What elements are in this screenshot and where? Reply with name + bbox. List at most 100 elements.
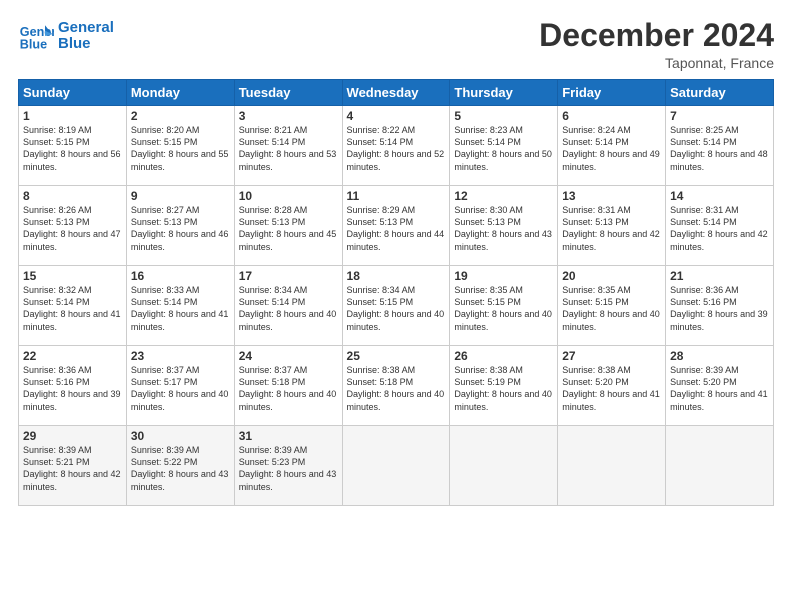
day-number: 3 bbox=[239, 109, 338, 123]
header-row: SundayMondayTuesdayWednesdayThursdayFrid… bbox=[19, 80, 774, 106]
day-number: 1 bbox=[23, 109, 122, 123]
col-header-thursday: Thursday bbox=[450, 80, 558, 106]
day-details: Sunrise: 8:31 AM Sunset: 5:13 PM Dayligh… bbox=[562, 204, 661, 253]
day-details: Sunrise: 8:39 AM Sunset: 5:22 PM Dayligh… bbox=[131, 444, 230, 493]
day-number: 16 bbox=[131, 269, 230, 283]
day-details: Sunrise: 8:22 AM Sunset: 5:14 PM Dayligh… bbox=[347, 124, 446, 173]
logo-line2: Blue bbox=[58, 36, 114, 53]
day-number: 22 bbox=[23, 349, 122, 363]
col-header-saturday: Saturday bbox=[666, 80, 774, 106]
day-number: 20 bbox=[562, 269, 661, 283]
day-cell: 19Sunrise: 8:35 AM Sunset: 5:15 PM Dayli… bbox=[450, 266, 558, 346]
day-number: 24 bbox=[239, 349, 338, 363]
logo-icon: General Blue bbox=[18, 18, 54, 54]
day-details: Sunrise: 8:36 AM Sunset: 5:16 PM Dayligh… bbox=[23, 364, 122, 413]
day-details: Sunrise: 8:20 AM Sunset: 5:15 PM Dayligh… bbox=[131, 124, 230, 173]
day-details: Sunrise: 8:37 AM Sunset: 5:17 PM Dayligh… bbox=[131, 364, 230, 413]
day-details: Sunrise: 8:39 AM Sunset: 5:20 PM Dayligh… bbox=[670, 364, 769, 413]
day-details: Sunrise: 8:29 AM Sunset: 5:13 PM Dayligh… bbox=[347, 204, 446, 253]
day-details: Sunrise: 8:27 AM Sunset: 5:13 PM Dayligh… bbox=[131, 204, 230, 253]
day-cell: 24Sunrise: 8:37 AM Sunset: 5:18 PM Dayli… bbox=[234, 346, 342, 426]
day-number: 15 bbox=[23, 269, 122, 283]
col-header-friday: Friday bbox=[558, 80, 666, 106]
col-header-wednesday: Wednesday bbox=[342, 80, 450, 106]
day-cell: 12Sunrise: 8:30 AM Sunset: 5:13 PM Dayli… bbox=[450, 186, 558, 266]
day-details: Sunrise: 8:25 AM Sunset: 5:14 PM Dayligh… bbox=[670, 124, 769, 173]
day-details: Sunrise: 8:24 AM Sunset: 5:14 PM Dayligh… bbox=[562, 124, 661, 173]
day-number: 30 bbox=[131, 429, 230, 443]
logo: General Blue General Blue bbox=[18, 18, 114, 54]
day-cell: 17Sunrise: 8:34 AM Sunset: 5:14 PM Dayli… bbox=[234, 266, 342, 346]
day-cell: 8Sunrise: 8:26 AM Sunset: 5:13 PM Daylig… bbox=[19, 186, 127, 266]
day-details: Sunrise: 8:30 AM Sunset: 5:13 PM Dayligh… bbox=[454, 204, 553, 253]
day-cell: 21Sunrise: 8:36 AM Sunset: 5:16 PM Dayli… bbox=[666, 266, 774, 346]
day-number: 9 bbox=[131, 189, 230, 203]
col-header-sunday: Sunday bbox=[19, 80, 127, 106]
day-number: 23 bbox=[131, 349, 230, 363]
day-number: 26 bbox=[454, 349, 553, 363]
title-block: December 2024 Taponnat, France bbox=[539, 18, 774, 71]
day-details: Sunrise: 8:38 AM Sunset: 5:19 PM Dayligh… bbox=[454, 364, 553, 413]
day-cell bbox=[666, 426, 774, 506]
location: Taponnat, France bbox=[539, 55, 774, 71]
week-row-4: 22Sunrise: 8:36 AM Sunset: 5:16 PM Dayli… bbox=[19, 346, 774, 426]
day-details: Sunrise: 8:38 AM Sunset: 5:18 PM Dayligh… bbox=[347, 364, 446, 413]
day-number: 25 bbox=[347, 349, 446, 363]
day-number: 12 bbox=[454, 189, 553, 203]
week-row-2: 8Sunrise: 8:26 AM Sunset: 5:13 PM Daylig… bbox=[19, 186, 774, 266]
day-number: 7 bbox=[670, 109, 769, 123]
day-number: 17 bbox=[239, 269, 338, 283]
svg-text:Blue: Blue bbox=[20, 38, 47, 52]
day-cell: 22Sunrise: 8:36 AM Sunset: 5:16 PM Dayli… bbox=[19, 346, 127, 426]
day-cell: 11Sunrise: 8:29 AM Sunset: 5:13 PM Dayli… bbox=[342, 186, 450, 266]
day-details: Sunrise: 8:35 AM Sunset: 5:15 PM Dayligh… bbox=[562, 284, 661, 333]
day-details: Sunrise: 8:28 AM Sunset: 5:13 PM Dayligh… bbox=[239, 204, 338, 253]
day-cell: 15Sunrise: 8:32 AM Sunset: 5:14 PM Dayli… bbox=[19, 266, 127, 346]
col-header-monday: Monday bbox=[126, 80, 234, 106]
day-number: 10 bbox=[239, 189, 338, 203]
day-details: Sunrise: 8:35 AM Sunset: 5:15 PM Dayligh… bbox=[454, 284, 553, 333]
day-details: Sunrise: 8:39 AM Sunset: 5:21 PM Dayligh… bbox=[23, 444, 122, 493]
week-row-1: 1Sunrise: 8:19 AM Sunset: 5:15 PM Daylig… bbox=[19, 106, 774, 186]
day-cell: 25Sunrise: 8:38 AM Sunset: 5:18 PM Dayli… bbox=[342, 346, 450, 426]
day-cell: 5Sunrise: 8:23 AM Sunset: 5:14 PM Daylig… bbox=[450, 106, 558, 186]
day-number: 31 bbox=[239, 429, 338, 443]
day-cell bbox=[558, 426, 666, 506]
day-cell: 4Sunrise: 8:22 AM Sunset: 5:14 PM Daylig… bbox=[342, 106, 450, 186]
day-number: 21 bbox=[670, 269, 769, 283]
day-cell: 3Sunrise: 8:21 AM Sunset: 5:14 PM Daylig… bbox=[234, 106, 342, 186]
day-number: 14 bbox=[670, 189, 769, 203]
day-number: 13 bbox=[562, 189, 661, 203]
day-number: 6 bbox=[562, 109, 661, 123]
day-details: Sunrise: 8:34 AM Sunset: 5:14 PM Dayligh… bbox=[239, 284, 338, 333]
day-cell: 9Sunrise: 8:27 AM Sunset: 5:13 PM Daylig… bbox=[126, 186, 234, 266]
day-details: Sunrise: 8:32 AM Sunset: 5:14 PM Dayligh… bbox=[23, 284, 122, 333]
day-cell: 1Sunrise: 8:19 AM Sunset: 5:15 PM Daylig… bbox=[19, 106, 127, 186]
day-number: 5 bbox=[454, 109, 553, 123]
day-cell: 30Sunrise: 8:39 AM Sunset: 5:22 PM Dayli… bbox=[126, 426, 234, 506]
day-cell bbox=[342, 426, 450, 506]
day-cell: 7Sunrise: 8:25 AM Sunset: 5:14 PM Daylig… bbox=[666, 106, 774, 186]
day-cell: 16Sunrise: 8:33 AM Sunset: 5:14 PM Dayli… bbox=[126, 266, 234, 346]
day-cell: 29Sunrise: 8:39 AM Sunset: 5:21 PM Dayli… bbox=[19, 426, 127, 506]
day-cell: 10Sunrise: 8:28 AM Sunset: 5:13 PM Dayli… bbox=[234, 186, 342, 266]
day-cell: 27Sunrise: 8:38 AM Sunset: 5:20 PM Dayli… bbox=[558, 346, 666, 426]
day-details: Sunrise: 8:39 AM Sunset: 5:23 PM Dayligh… bbox=[239, 444, 338, 493]
day-number: 29 bbox=[23, 429, 122, 443]
week-row-3: 15Sunrise: 8:32 AM Sunset: 5:14 PM Dayli… bbox=[19, 266, 774, 346]
day-details: Sunrise: 8:38 AM Sunset: 5:20 PM Dayligh… bbox=[562, 364, 661, 413]
day-number: 8 bbox=[23, 189, 122, 203]
day-details: Sunrise: 8:21 AM Sunset: 5:14 PM Dayligh… bbox=[239, 124, 338, 173]
day-number: 27 bbox=[562, 349, 661, 363]
day-cell: 14Sunrise: 8:31 AM Sunset: 5:14 PM Dayli… bbox=[666, 186, 774, 266]
day-cell: 31Sunrise: 8:39 AM Sunset: 5:23 PM Dayli… bbox=[234, 426, 342, 506]
day-number: 4 bbox=[347, 109, 446, 123]
day-cell: 2Sunrise: 8:20 AM Sunset: 5:15 PM Daylig… bbox=[126, 106, 234, 186]
day-details: Sunrise: 8:23 AM Sunset: 5:14 PM Dayligh… bbox=[454, 124, 553, 173]
col-header-tuesday: Tuesday bbox=[234, 80, 342, 106]
day-number: 11 bbox=[347, 189, 446, 203]
day-cell: 26Sunrise: 8:38 AM Sunset: 5:19 PM Dayli… bbox=[450, 346, 558, 426]
day-details: Sunrise: 8:33 AM Sunset: 5:14 PM Dayligh… bbox=[131, 284, 230, 333]
day-details: Sunrise: 8:36 AM Sunset: 5:16 PM Dayligh… bbox=[670, 284, 769, 333]
day-cell: 6Sunrise: 8:24 AM Sunset: 5:14 PM Daylig… bbox=[558, 106, 666, 186]
